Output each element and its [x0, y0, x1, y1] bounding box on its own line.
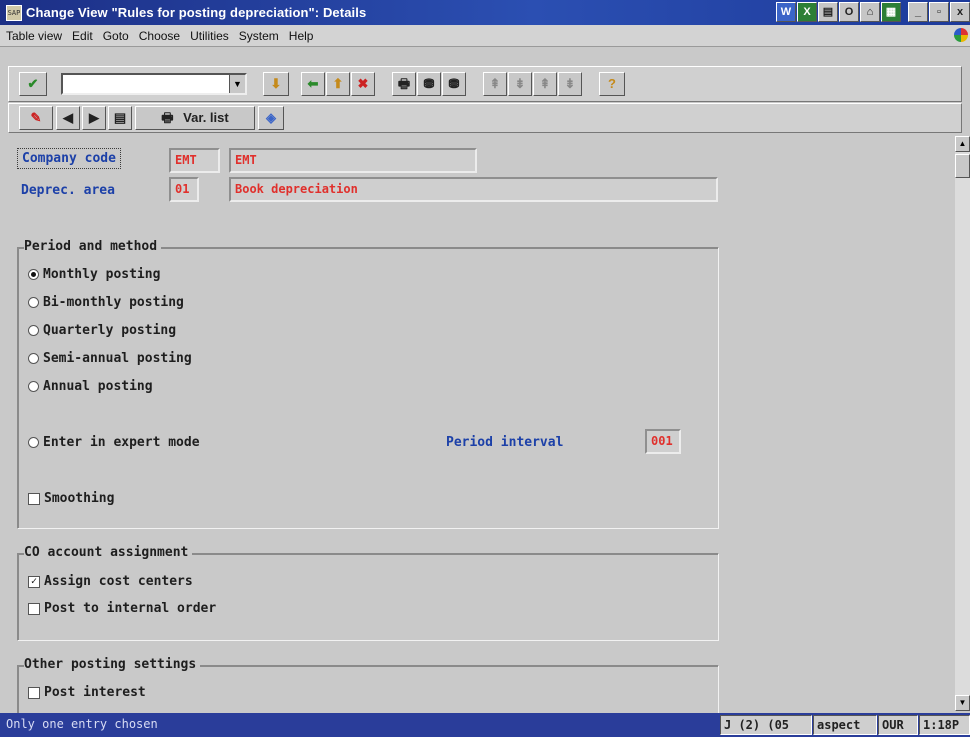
- standard-toolbar: ✔ ▼ ⬇ ⬅ ⬆ ✖ 🖶 ⛃ ⛃ ⇞ ⇟ ⇞ ⇟ ?: [8, 66, 962, 102]
- minimize-button[interactable]: _: [908, 2, 928, 22]
- sap-logo-icon: [954, 28, 968, 42]
- radio-icon: [28, 353, 39, 364]
- company-code-label: Company code: [17, 148, 121, 169]
- menu-edit[interactable]: Edit: [72, 29, 93, 43]
- edit-pencil-icon[interactable]: ✎: [19, 106, 53, 130]
- checkbox-icon: [28, 686, 40, 699]
- scroll-thumb[interactable]: [955, 154, 970, 178]
- find-icon[interactable]: ⛃: [417, 72, 441, 96]
- application-toolbar: ✎ ◀ ▶ ▤ 🖶 Var. list ◈: [8, 103, 962, 133]
- menu-utilities[interactable]: Utilities: [190, 29, 229, 43]
- chevron-down-icon[interactable]: ▼: [229, 75, 245, 93]
- close-button[interactable]: x: [950, 2, 970, 22]
- menu-goto[interactable]: Goto: [103, 29, 129, 43]
- smoothing-label: Smoothing: [44, 491, 115, 506]
- var-list-button[interactable]: 🖶 Var. list: [135, 106, 255, 130]
- cancel-icon[interactable]: ✖: [351, 72, 375, 96]
- radio-quarterly-posting[interactable]: Quarterly posting: [28, 323, 176, 338]
- enter-icon[interactable]: ✔: [19, 72, 47, 96]
- window-title: Change View "Rules for posting depreciat…: [26, 5, 367, 20]
- radio-icon: [28, 297, 39, 308]
- previous-page-icon[interactable]: ⇟: [508, 72, 532, 96]
- next-entry-icon[interactable]: ▶: [82, 106, 106, 130]
- tray-excel-icon[interactable]: X: [797, 2, 817, 22]
- last-page-icon[interactable]: ⇟: [558, 72, 582, 96]
- menu-table-view[interactable]: Table view: [6, 29, 62, 43]
- tray-word-icon[interactable]: W: [776, 2, 796, 22]
- checkbox-checked-icon: ✓: [28, 575, 40, 588]
- previous-entry-icon[interactable]: ◀: [56, 106, 80, 130]
- scroll-down-icon[interactable]: ▼: [955, 695, 970, 711]
- tray-outlook-icon[interactable]: O: [839, 2, 859, 22]
- menu-choose[interactable]: Choose: [139, 29, 180, 43]
- maximize-button[interactable]: ▫: [929, 2, 949, 22]
- status-time: 1:18P: [919, 715, 970, 735]
- annual-posting-label: Annual posting: [43, 379, 153, 394]
- radio-selected-icon: [28, 269, 39, 280]
- tray-grid-icon[interactable]: ▦: [881, 2, 901, 22]
- bi-monthly-posting-label: Bi-monthly posting: [43, 295, 184, 310]
- co-assignment-group: [17, 553, 719, 641]
- radio-icon: [28, 437, 39, 448]
- deprec-area-description: Book depreciation: [229, 177, 718, 202]
- company-code-input[interactable]: EMT: [169, 148, 220, 173]
- post-interest-checkbox[interactable]: Post interest: [28, 685, 146, 700]
- scroll-up-icon[interactable]: ▲: [955, 136, 970, 152]
- checkbox-icon: [28, 602, 40, 615]
- status-server: aspect: [813, 715, 877, 735]
- tray-window-icon[interactable]: ▤: [818, 2, 838, 22]
- radio-monthly-posting[interactable]: Monthly posting: [28, 267, 160, 282]
- other-posting-title: Other posting settings: [24, 657, 201, 672]
- first-page-icon[interactable]: ⇞: [483, 72, 507, 96]
- display-change-icon[interactable]: ◈: [258, 106, 284, 130]
- radio-icon: [28, 381, 39, 392]
- radio-expert-mode[interactable]: Enter in expert mode: [28, 435, 200, 450]
- save-icon[interactable]: ⬇: [263, 72, 289, 96]
- semi-annual-posting-label: Semi-annual posting: [43, 351, 192, 366]
- period-interval-label: Period interval: [446, 435, 564, 450]
- status-mode[interactable]: OUR: [878, 715, 918, 735]
- period-method-title: Period and method: [24, 239, 162, 254]
- radio-icon: [28, 325, 39, 336]
- period-interval-input[interactable]: 001: [645, 429, 681, 454]
- menu-bar: Table view Edit Goto Choose Utilities Sy…: [0, 25, 970, 47]
- post-interest-label: Post interest: [44, 685, 146, 700]
- app-icon[interactable]: SAP: [6, 4, 22, 21]
- quarterly-posting-label: Quarterly posting: [43, 323, 177, 338]
- print-icon[interactable]: 🖶: [392, 72, 416, 96]
- company-code-description: EMT: [229, 148, 477, 173]
- vertical-scrollbar[interactable]: ▲ ▼: [955, 136, 970, 711]
- status-message: Only one entry chosen: [6, 717, 158, 731]
- back-icon[interactable]: ⬅: [301, 72, 325, 96]
- exit-icon[interactable]: ⬆: [326, 72, 350, 96]
- smoothing-checkbox[interactable]: Smoothing: [28, 491, 114, 506]
- print-icon: 🖶: [161, 110, 174, 125]
- status-bar: Only one entry chosen J (2) (05 aspect O…: [0, 713, 970, 737]
- assign-cost-centers-label: Assign cost centers: [44, 574, 193, 589]
- monthly-posting-label: Monthly posting: [43, 267, 161, 282]
- post-internal-order-label: Post to internal order: [44, 601, 217, 616]
- radio-annual-posting[interactable]: Annual posting: [28, 379, 153, 394]
- find-next-icon[interactable]: ⛃: [442, 72, 466, 96]
- assign-cost-centers-checkbox[interactable]: ✓ Assign cost centers: [28, 574, 193, 589]
- help-icon[interactable]: ?: [599, 72, 625, 96]
- next-page-icon[interactable]: ⇞: [533, 72, 557, 96]
- status-session: J (2) (05: [720, 715, 812, 735]
- system-tray: W X ▤ O ⌂ ▦ _ ▫ x: [776, 2, 970, 22]
- post-internal-order-checkbox[interactable]: Post to internal order: [28, 601, 216, 616]
- tray-network-icon[interactable]: ⌂: [860, 2, 880, 22]
- co-assignment-title: CO account assignment: [24, 545, 193, 560]
- deprec-area-input[interactable]: 01: [169, 177, 199, 202]
- var-list-label: Var. list: [183, 110, 229, 125]
- radio-semi-annual-posting[interactable]: Semi-annual posting: [28, 351, 192, 366]
- checkbox-icon: [28, 492, 40, 505]
- deprec-area-label: Deprec. area: [21, 183, 115, 198]
- table-icon[interactable]: ▤: [108, 106, 132, 130]
- expert-mode-label: Enter in expert mode: [43, 435, 200, 450]
- command-field[interactable]: ▼: [61, 73, 247, 95]
- menu-help[interactable]: Help: [289, 29, 314, 43]
- menu-system[interactable]: System: [239, 29, 279, 43]
- radio-bi-monthly-posting[interactable]: Bi-monthly posting: [28, 295, 184, 310]
- title-bar: SAP Change View "Rules for posting depre…: [0, 0, 970, 25]
